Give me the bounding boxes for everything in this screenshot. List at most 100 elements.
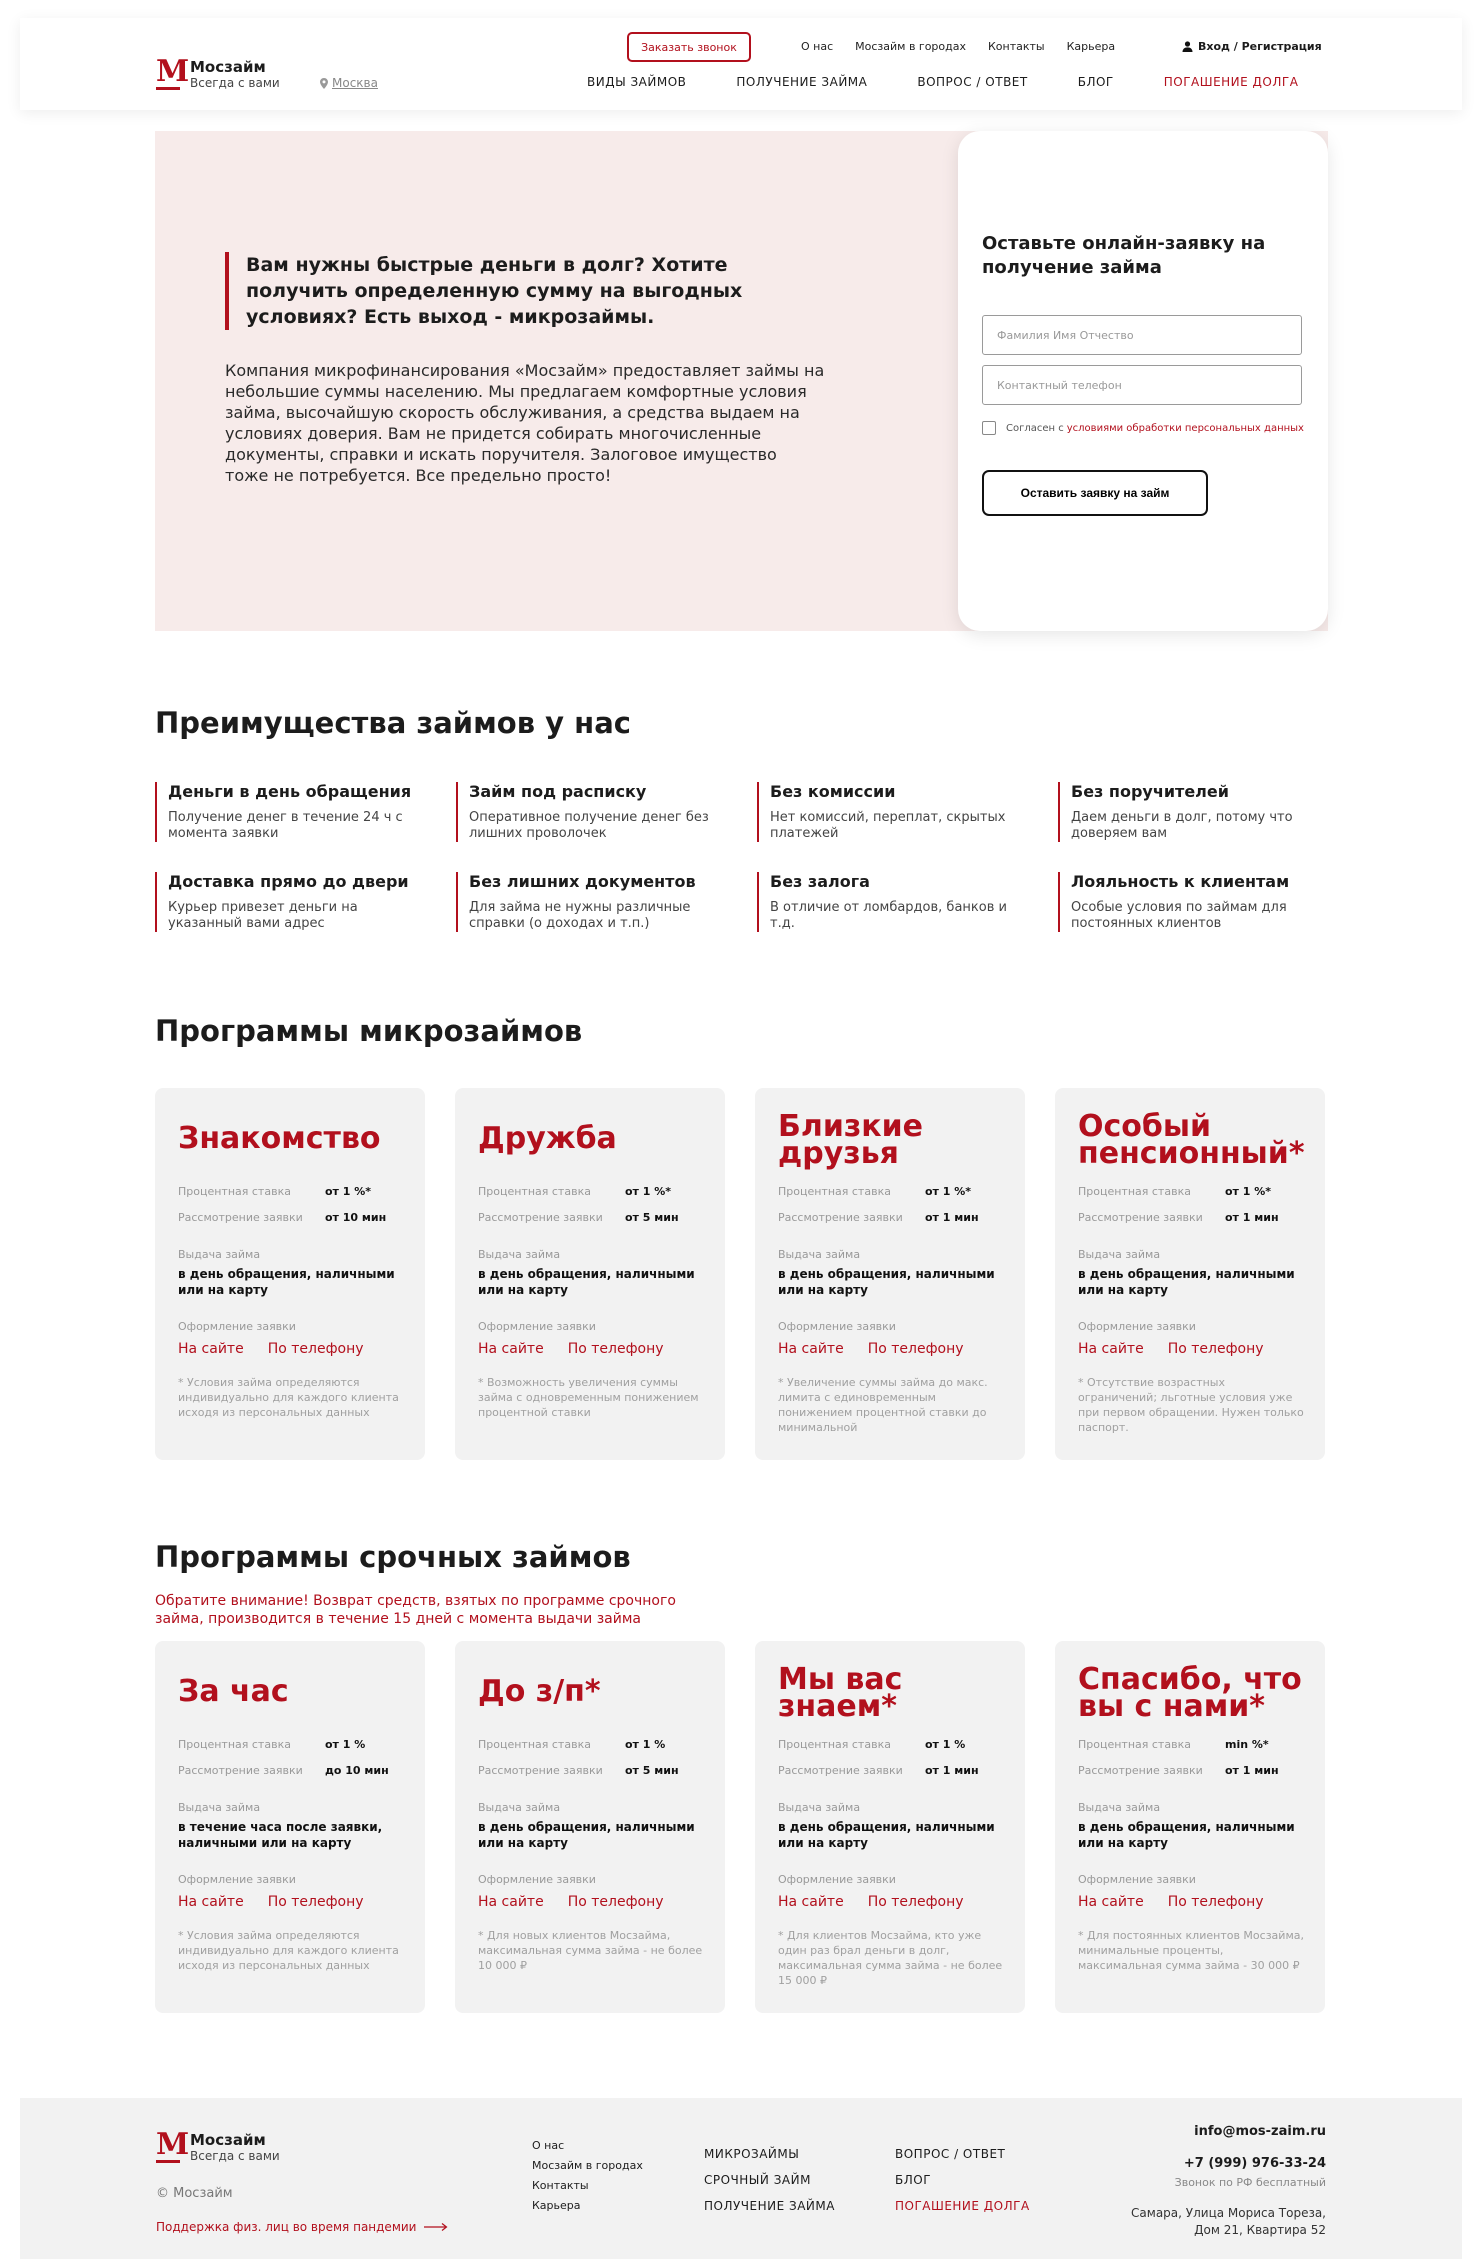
hero-heading: Вам нужны быстрые деньги в долг? Хотите … [225,252,825,330]
rate-label: Процентная ставка [178,1738,291,1751]
footer-link-about[interactable]: О нас [532,2136,643,2156]
consent-text: Согласен с [1006,422,1064,434]
issue-label: Выдача займа [178,1801,261,1814]
program-name: Особый пенсионный* [1078,1109,1305,1171]
apply-phone-link[interactable]: По телефону [1168,1894,1264,1910]
nav-getting-loan[interactable]: ПОЛУЧЕНИЕ ЗАЙМА [736,75,867,89]
apply-online-link[interactable]: На сайте [478,1341,544,1357]
apply-links: На сайте По телефону [178,1341,388,1357]
review-value: от 1 мин [925,1211,979,1224]
apply-online-link[interactable]: На сайте [478,1894,544,1910]
loan-program-card[interactable]: Особый пенсионный* Процентная ставка от 1 … [1055,1088,1325,1460]
consent-link[interactable]: условиями обработки персональных данных [1067,423,1304,434]
order-call-button[interactable]: Заказать звонок [627,32,751,62]
footer-link-career[interactable]: Карьера [532,2196,643,2216]
apply-phone-link[interactable]: По телефону [268,1341,364,1357]
nav-loan-types[interactable]: ВИДЫ ЗАЙМОВ [587,75,686,89]
pandemic-support-link[interactable]: Поддержка физ. лиц во время пандемии [156,2220,448,2234]
login-link[interactable]: Вход / Регистрация [1182,40,1322,53]
apply-online-link[interactable]: На сайте [1078,1341,1144,1357]
top-link-cities[interactable]: Мосзайм в городах [855,40,966,53]
login-label: Вход / Регистрация [1198,40,1322,53]
program-note: * Условия займа определяются индивидуаль… [178,1929,399,1972]
apply-online-link[interactable]: На сайте [1078,1894,1144,1910]
apply-links: На сайте По телефону [778,1341,988,1357]
review-label: Рассмотрение заявки [478,1211,603,1224]
footer-link-urgent-loan[interactable]: СРОЧНЫЙ ЗАЙМ [704,2167,835,2193]
review-label: Рассмотрение заявки [178,1211,303,1224]
review-row: Рассмотрение заявки от 5 мин [478,1211,679,1225]
rate-row: Процентная ставка от 1 % [778,1738,965,1752]
phone-input[interactable] [982,365,1302,405]
logo-tagline: Всегда с вами [190,76,280,90]
nav-debt-repayment[interactable]: ПОГАШЕНИЕ ДОЛГА [1164,75,1299,89]
review-row: Рассмотрение заявки от 5 мин [478,1764,679,1778]
nav-blog[interactable]: БЛОГ [1078,75,1114,89]
footer-link-blog[interactable]: БЛОГ [895,2167,1030,2193]
review-row: Рассмотрение заявки от 10 мин [178,1211,386,1225]
review-label: Рассмотрение заявки [778,1764,903,1777]
advantage-item: Без залога В отличие от ломбардов, банко… [757,872,1027,932]
logo-tagline: Всегда с вами [190,2149,280,2163]
issue-value: в день обращения, наличными или на карту [1078,1820,1295,1850]
apply-links: На сайте По телефону [178,1894,388,1910]
loan-program-card[interactable]: Спасибо, что вы с нами* Процентная ставка… [1055,1641,1325,2013]
review-value: от 5 мин [625,1764,679,1777]
review-row: Рассмотрение заявки от 1 мин [778,1211,979,1225]
loan-program-card[interactable]: Дружба Процентная ставка от 1 %* Рассмотрен… [455,1088,725,1460]
footer-logo[interactable]: М Мосзайм Всегда с вами [156,2127,280,2164]
consent-checkbox[interactable] [982,421,996,435]
loan-program-card[interactable]: Близкие друзья Процентная ставка от 1 %* Ра… [755,1088,1025,1460]
rate-label: Процентная ставка [778,1738,891,1751]
loan-program-card[interactable]: До з/п* Процентная ставка от 1 % Рассмотрен… [455,1641,725,2013]
top-link-contacts[interactable]: Контакты [988,40,1045,53]
logo[interactable]: М Мосзайм Всегда с вами [156,57,280,91]
apply-online-link[interactable]: На сайте [178,1894,244,1910]
footer-link-faq[interactable]: ВОПРОС / ОТВЕТ [895,2141,1030,2167]
review-value: до 10 мин [325,1764,389,1777]
apply-label: Оформление заявки [778,1873,896,1886]
apply-phone-link[interactable]: По телефону [868,1894,964,1910]
advantage-title: Лояльность к клиентам [1071,872,1290,891]
loan-program-card[interactable]: Мы вас знаем* Процентная ставка от 1 % Расс… [755,1641,1025,2013]
footer-link-getting-loan[interactable]: ПОЛУЧЕНИЕ ЗАЙМА [704,2193,835,2219]
program-note: * Увеличение суммы займа до макс. лимита… [778,1376,988,1434]
footer-links-col1: О нас Мосзайм в городах Контакты Карьера [532,2136,643,2216]
apply-label: Оформление заявки [1078,1320,1196,1333]
main-nav: ВИДЫ ЗАЙМОВ ПОЛУЧЕНИЕ ЗАЙМА ВОПРОС / ОТВ… [587,75,1348,89]
advantage-item: Доставка прямо до двери Курьер привезет … [155,872,425,932]
footer-link-contacts[interactable]: Контакты [532,2176,643,2196]
apply-online-link[interactable]: На сайте [778,1894,844,1910]
apply-phone-link[interactable]: По телефону [568,1341,664,1357]
footer-link-cities[interactable]: Мосзайм в городах [532,2156,643,2176]
apply-online-link[interactable]: На сайте [178,1341,244,1357]
apply-phone-link[interactable]: По телефону [868,1341,964,1357]
consent-row: Согласен с условиями обработки персональ… [982,421,1304,435]
top-link-about[interactable]: О нас [801,40,833,53]
logo-mark: М [156,2127,190,2163]
apply-phone-link[interactable]: По телефону [1168,1341,1264,1357]
loan-program-card[interactable]: За час Процентная ставка от 1 % Рассмотрени… [155,1641,425,2013]
city-selector[interactable]: Москва [320,76,378,90]
apply-phone-link[interactable]: По телефону [568,1894,664,1910]
top-link-career[interactable]: Карьера [1067,40,1116,53]
footer-phone[interactable]: +7 (999) 976-33-24 [1184,2156,1326,2171]
footer-link-microloans[interactable]: МИКРОЗАЙМЫ [704,2141,835,2167]
advantage-title: Без поручителей [1071,782,1229,801]
apply-phone-link[interactable]: По телефону [268,1894,364,1910]
advantage-item: Без лишних документов Для займа не нужны… [456,872,726,932]
copyright: © Мосзайм [156,2186,233,2201]
full-name-input[interactable] [982,315,1302,355]
apply-online-link[interactable]: На сайте [778,1341,844,1357]
nav-faq[interactable]: ВОПРОС / ОТВЕТ [917,75,1027,89]
footer-email[interactable]: info@mos-zaim.ru [1194,2124,1326,2139]
footer-link-debt-repayment[interactable]: ПОГАШЕНИЕ ДОЛГА [895,2193,1030,2219]
advantage-item: Без поручителей Даем деньги в долг, пото… [1058,782,1328,842]
review-row: Рассмотрение заявки от 1 мин [778,1764,979,1778]
apply-links: На сайте По телефону [478,1894,688,1910]
issue-value: в день обращения, наличными или на карту [478,1820,695,1850]
loan-program-card[interactable]: Знакомство Процентная ставка от 1 %* Рассмо… [155,1088,425,1460]
submit-application-button[interactable]: Оставить заявку на займ [982,470,1208,516]
rate-row: Процентная ставка от 1 %* [778,1185,971,1199]
urgent-notice: Обратите внимание! Возврат средств, взят… [155,1593,676,1627]
